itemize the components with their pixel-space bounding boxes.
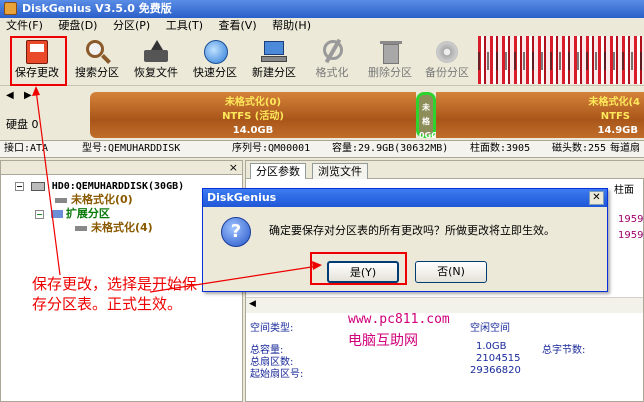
window-title: DiskGenius V3.5.0 免费版 [22, 2, 172, 15]
menu-file[interactable]: 文件(F) [0, 18, 49, 34]
total-capacity-value: 1.0GB [476, 341, 507, 352]
format-icon [317, 38, 347, 66]
close-icon[interactable]: ✕ [589, 191, 604, 205]
disk-map: ◀ ▶ 硬盘 0 未格式化(0) NTFS (活动) 14.0GB 未格 0GC… [0, 86, 644, 140]
partition-block-4[interactable]: 未格式化(4 NTFS 14.9GB [436, 92, 644, 138]
tab-bar: 分区参数 浏览文件 [246, 161, 644, 179]
tree-node-partition-4[interactable]: 未格式化(4) [75, 221, 153, 235]
tab-partition-params[interactable]: 分区参数 [250, 163, 306, 179]
model-info: 型号:QEMUHARDDISK [82, 143, 181, 154]
backup-partition-button[interactable]: 备份分区 [418, 36, 476, 84]
nav-right-icon[interactable]: ▶ [24, 90, 32, 101]
dialog-title-bar: DiskGenius ✕ [203, 189, 607, 207]
quick-partition-icon [200, 38, 230, 66]
annotation-text: 保存更改，选择是开始保存分区表。正式生效。 [32, 275, 198, 313]
nav-left-icon[interactable]: ◀ [6, 90, 14, 101]
start-sector-value: 29366820 [470, 365, 521, 376]
collapse-icon[interactable]: − [15, 181, 24, 191]
menu-bar: 文件(F) 硬盘(D) 分区(P) 工具(T) 查看(V) 帮助(H) [0, 18, 644, 34]
horizontal-scrollbar[interactable]: ◀ [246, 297, 643, 313]
interface-info: 接口:ATA [4, 143, 49, 154]
disk-label: 硬盘 0 [6, 118, 39, 131]
disk-info-bar: 接口:ATA 型号:QEMUHARDDISK 序列号:QM00001 容量:29… [0, 140, 644, 158]
sectors-info: 每道扇 [610, 143, 640, 154]
new-partition-icon [259, 38, 289, 66]
partition-block-0[interactable]: 未格式化(0) NTFS (活动) 14.0GB [90, 92, 416, 138]
extended-icon [50, 210, 63, 218]
collapse-icon[interactable]: − [35, 209, 44, 219]
space-type-label: 空间类型: [250, 323, 294, 334]
menu-help[interactable]: 帮助(H) [266, 18, 317, 34]
tree-header: × [1, 161, 242, 175]
watermark-name: 电脑互助网 [348, 333, 418, 349]
disk-icon [30, 181, 45, 191]
tree-node-extended[interactable]: − 扩展分区 [35, 207, 110, 221]
app-icon [4, 2, 17, 15]
tree-node-disk[interactable]: − HD0:QEMUHARDDISK(30GB) [15, 179, 184, 194]
cylinder-value-1: 1959 [618, 214, 644, 225]
close-icon[interactable]: × [229, 161, 238, 175]
delete-partition-button[interactable]: 删除分区 [361, 36, 419, 84]
total-sectors-value: 2104515 [476, 353, 521, 364]
watermark-url: www.pc811.com [348, 312, 450, 327]
trash-icon [375, 38, 405, 66]
start-sector-label: 起始扇区号: [250, 369, 304, 380]
backup-icon [432, 38, 462, 66]
partition-details: 空间类型: 空闲空间 总容量: 1.0GB 总字节数: 总扇区数: 210451… [246, 315, 643, 401]
ad-banner[interactable] [478, 36, 644, 84]
partition-block-free[interactable]: 未格 0GC [416, 92, 437, 140]
capacity-info: 容量:29.9GB(30632MB) [332, 143, 449, 154]
no-button[interactable]: 否(N) [415, 261, 487, 283]
magnifier-icon [82, 38, 112, 66]
recover-icon [141, 38, 171, 66]
quick-partition-button[interactable]: 快速分区 [186, 36, 244, 84]
total-bytes-label: 总字节数: [542, 345, 586, 356]
search-partition-button[interactable]: 搜索分区 [68, 36, 126, 84]
format-button[interactable]: 格式化 [303, 36, 361, 84]
recover-files-button[interactable]: 恢复文件 [127, 36, 185, 84]
title-bar: DiskGenius V3.5.0 免费版 [0, 0, 644, 18]
heads-info: 磁头数:255 [552, 143, 607, 154]
question-icon: ? [221, 217, 251, 247]
dialog-message: 确定要保存对分区表的所有更改吗？所做更改将立即生效。 [269, 224, 555, 237]
tree-node-partition-0[interactable]: 未格式化(0) [55, 193, 133, 207]
cylinder-value-2: 1959 [618, 230, 644, 241]
dialog-title: DiskGenius [207, 191, 277, 204]
menu-disk[interactable]: 硬盘(D) [52, 18, 103, 34]
menu-tools[interactable]: 工具(T) [160, 18, 209, 34]
cylinders-info: 柱面数:3905 [470, 143, 531, 154]
partition-icon [55, 197, 67, 203]
yes-highlight-box [310, 252, 407, 285]
menu-partition[interactable]: 分区(P) [107, 18, 156, 34]
scroll-left-icon[interactable]: ◀ [249, 299, 256, 309]
space-type-value: 空闲空间 [470, 323, 510, 334]
column-header-cylinder: 柱面 [614, 185, 634, 196]
serial-info: 序列号:QM00001 [232, 143, 311, 154]
tab-browse-files[interactable]: 浏览文件 [312, 163, 368, 179]
new-partition-button[interactable]: 新建分区 [245, 36, 303, 84]
partition-icon [75, 225, 87, 231]
menu-view[interactable]: 查看(V) [213, 18, 263, 34]
save-highlight-box [10, 36, 67, 86]
